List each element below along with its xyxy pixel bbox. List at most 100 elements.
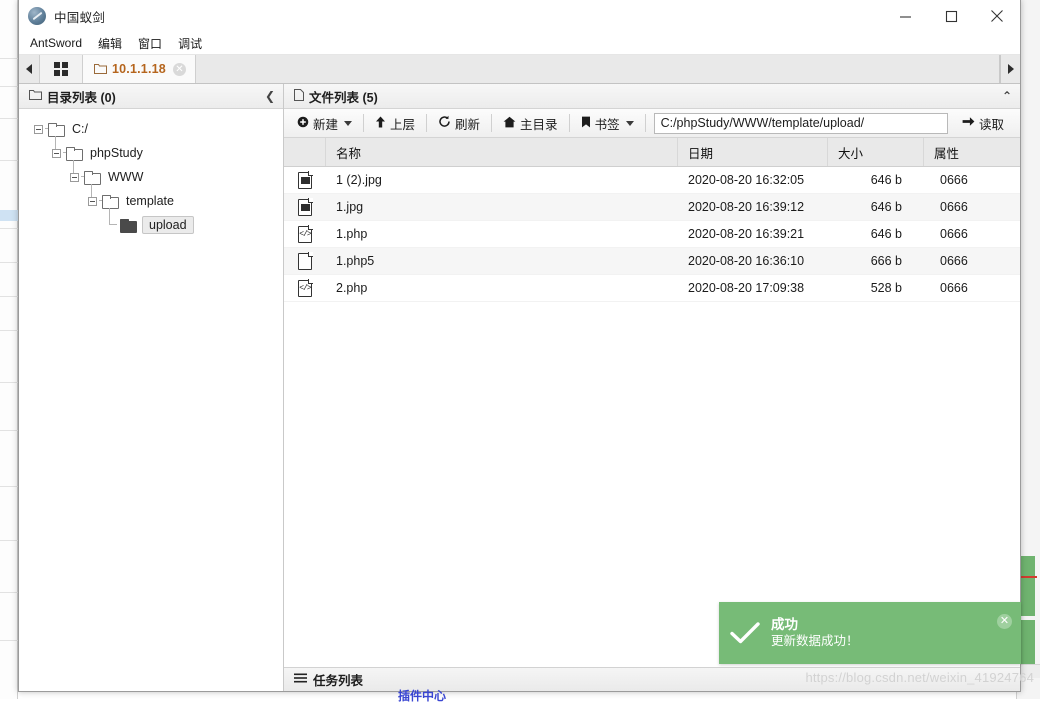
list-icon: [294, 673, 307, 687]
file-name-cell: 1.php: [326, 221, 678, 247]
file-panel-header: 文件列表 (5) ⌃: [284, 84, 1020, 109]
chevron-left-icon: [26, 64, 32, 74]
bookmark-icon: [581, 116, 591, 131]
toast-message: 更新数据成功！: [771, 633, 1021, 650]
file-date-cell: 2020-08-20 16:39:21: [678, 221, 828, 247]
chevron-left-icon[interactable]: ❮: [265, 89, 275, 103]
chevron-up-icon[interactable]: ⌃: [1002, 89, 1012, 103]
tree-item-www[interactable]: WWW: [19, 165, 283, 189]
directory-panel-header: 目录列表 (0) ❮: [19, 84, 283, 109]
column-header-date[interactable]: 日期: [678, 138, 828, 166]
toolbar-separator: [569, 114, 570, 132]
up-level-label: 上层: [390, 114, 415, 133]
directory-panel-title: 目录列表 (0): [47, 87, 116, 106]
caret-down-icon[interactable]: [344, 121, 352, 126]
toolbar-separator: [363, 114, 364, 132]
caret-down-icon[interactable]: [626, 121, 634, 126]
table-row[interactable]: </> 1.php 2020-08-20 16:39:21 646 b 0666: [284, 221, 1020, 248]
image-file-icon: [298, 172, 312, 189]
file-size-cell: 646 b: [828, 167, 924, 193]
tree-item-upload[interactable]: upload: [19, 213, 283, 237]
file-icon-cell: </>: [284, 221, 326, 247]
tree-expander-icon[interactable]: [49, 146, 63, 160]
column-header-attr[interactable]: 属性: [924, 138, 1020, 166]
image-file-icon: [298, 199, 312, 216]
plugin-center-link[interactable]: 插件中心: [398, 687, 446, 704]
table-row[interactable]: 1.jpg 2020-08-20 16:39:12 646 b 0666: [284, 194, 1020, 221]
menu-item-antsword[interactable]: AntSword: [30, 34, 89, 53]
file-size-cell: 666 b: [828, 248, 924, 274]
tree-item-phpstudy[interactable]: phpStudy: [19, 141, 283, 165]
close-circle-icon[interactable]: ✕: [997, 614, 1012, 629]
tab-label: 10.1.1.18: [112, 62, 166, 76]
plus-circle-icon: [297, 116, 309, 131]
file-attr-cell: 0666: [924, 248, 1020, 274]
tree-item-template[interactable]: template: [19, 189, 283, 213]
file-icon-cell: [284, 194, 326, 220]
up-level-button[interactable]: 上层: [368, 112, 422, 134]
file-attr-cell: 0666: [924, 167, 1020, 193]
file-date-cell: 2020-08-20 16:36:10: [678, 248, 828, 274]
success-toast: 成功 更新数据成功！ ✕: [719, 602, 1021, 664]
background-window-left: [0, 0, 18, 699]
maximize-icon[interactable]: [928, 0, 974, 33]
tab-strip-empty-area: [196, 55, 1000, 83]
menu-bar: AntSword 编辑 窗口 调试: [19, 33, 1020, 55]
bookmark-button[interactable]: 书签: [574, 112, 641, 134]
file-attr-cell: 0666: [924, 275, 1020, 301]
file-toolbar: 新建 上层 刷新: [284, 109, 1020, 138]
home-directory-button[interactable]: 主目录: [496, 112, 565, 134]
tree-item-label: template: [124, 194, 176, 208]
background-green-bar-upper: [1021, 556, 1035, 616]
folder-icon: [102, 195, 118, 207]
tab-10-1-1-18[interactable]: 10.1.1.18 ✕: [83, 55, 196, 83]
background-green-bar-lower: [1021, 620, 1035, 664]
menu-item-edit[interactable]: 编辑: [91, 33, 129, 55]
tree-expander-icon[interactable]: [67, 170, 81, 184]
column-header-name[interactable]: 名称: [326, 138, 678, 166]
file-date-cell: 2020-08-20 16:32:05: [678, 167, 828, 193]
table-row[interactable]: 1 (2).jpg 2020-08-20 16:32:05 646 b 0666: [284, 167, 1020, 194]
file-table-header: 名称 日期 大小 属性: [284, 138, 1020, 167]
antsword-logo-icon: [28, 7, 46, 25]
menu-item-debug[interactable]: 调试: [171, 33, 209, 55]
path-input[interactable]: [654, 113, 948, 134]
file-panel-title: 文件列表 (5): [309, 87, 378, 106]
folder-icon: [48, 123, 64, 135]
folder-icon: [94, 62, 107, 77]
tree-leaf-connector: [103, 218, 117, 232]
watermark-text: https://blog.csdn.net/weixin_41924764: [805, 670, 1034, 685]
main-body: 目录列表 (0) ❮ C:/: [19, 84, 1020, 691]
column-header-size[interactable]: 大小: [828, 138, 924, 166]
tree-item-label: phpStudy: [88, 146, 145, 160]
bookmark-label: 书签: [595, 114, 620, 133]
close-icon[interactable]: [974, 0, 1020, 33]
grid-view-icon: [54, 62, 68, 76]
file-date-cell: 2020-08-20 16:39:12: [678, 194, 828, 220]
background-red-line: [1019, 576, 1037, 578]
grid-view-button[interactable]: [39, 55, 83, 83]
tree-expander-icon[interactable]: [31, 122, 45, 136]
tree-expander-icon[interactable]: [85, 194, 99, 208]
minimize-icon[interactable]: [882, 0, 928, 33]
read-button[interactable]: 读取: [955, 112, 1014, 134]
menu-item-window[interactable]: 窗口: [131, 33, 169, 55]
directory-panel: 目录列表 (0) ❮ C:/: [19, 84, 284, 691]
file-date-cell: 2020-08-20 17:09:38: [678, 275, 828, 301]
table-row[interactable]: </> 2.php 2020-08-20 17:09:38 528 b 0666: [284, 275, 1020, 302]
directory-tree: C:/ phpStudy WWW: [19, 109, 283, 691]
column-header-icon[interactable]: [284, 138, 326, 166]
table-row[interactable]: 1.php5 2020-08-20 16:36:10 666 b 0666: [284, 248, 1020, 275]
new-button[interactable]: 新建: [290, 112, 359, 134]
refresh-button[interactable]: 刷新: [431, 112, 487, 134]
read-button-label: 读取: [979, 114, 1004, 133]
tab-scroll-left-button[interactable]: [19, 55, 39, 83]
arrow-right-icon: [962, 116, 975, 130]
tab-scroll-right-button[interactable]: [1000, 55, 1020, 83]
file-table-body: 1 (2).jpg 2020-08-20 16:32:05 646 b 0666…: [284, 167, 1020, 667]
tree-item-c-root[interactable]: C:/: [19, 117, 283, 141]
blank-file-icon: [298, 253, 312, 270]
close-circle-icon[interactable]: ✕: [173, 63, 186, 76]
toolbar-separator: [645, 114, 646, 132]
code-file-icon: </>: [298, 226, 312, 243]
